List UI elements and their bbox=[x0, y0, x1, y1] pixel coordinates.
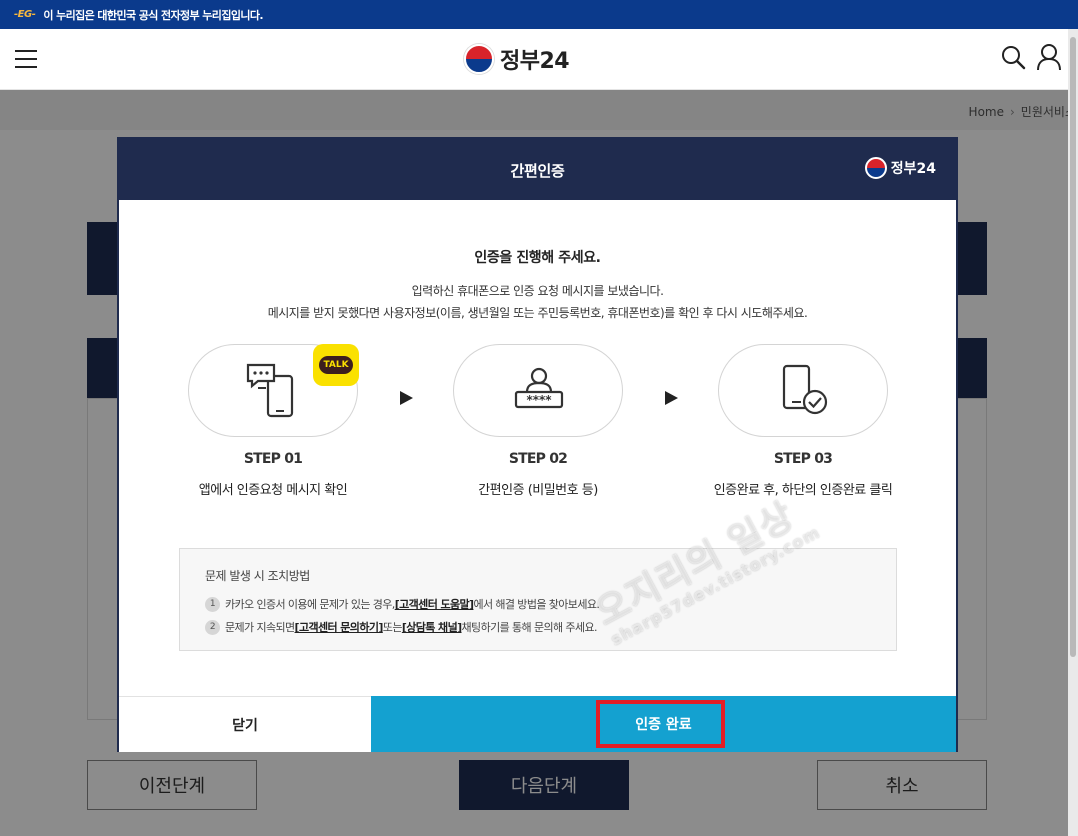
site-logo-text: 정부24 bbox=[500, 49, 570, 74]
user-icon[interactable] bbox=[1036, 43, 1062, 71]
svg-text:****: **** bbox=[526, 393, 552, 407]
help-item-text: 카카오 인증서 이용에 문제가 있는 경우, bbox=[225, 598, 395, 611]
step1-desc: 앱에서 인증요청 메시지 확인 bbox=[198, 483, 348, 498]
modal-title: 간편인증 bbox=[510, 162, 565, 180]
help-item-number: 2 bbox=[205, 619, 220, 635]
search-icon[interactable] bbox=[1000, 44, 1026, 70]
close-button[interactable]: 닫기 bbox=[119, 696, 371, 752]
modal-header: 간편인증 정부24 bbox=[119, 139, 956, 200]
help-item-text: 문제가 지속되면 bbox=[225, 621, 295, 634]
auth-desc-line2: 메시지를 받지 못했다면 사용자정보(이름, 생년월일 또는 주민등록번호, 휴… bbox=[267, 306, 808, 320]
gov-banner-text: 이 누리집은 대한민국 공식 전자정부 누리집입니다. bbox=[43, 8, 263, 22]
help-item-text: 에서 해결 방법을 찾아보세요. bbox=[473, 598, 600, 611]
step3-label: STEP 03 bbox=[773, 451, 833, 467]
step3-desc: 인증완료 후, 하단의 인증완료 클릭 bbox=[713, 483, 893, 498]
step2-label: STEP 02 bbox=[508, 451, 568, 467]
kakao-talk-badge: TALK bbox=[313, 344, 359, 386]
user-password-icon: **** bbox=[514, 367, 564, 409]
kakao-talk-text: TALK bbox=[319, 356, 353, 374]
step1-label: STEP 01 bbox=[243, 451, 303, 467]
taeguk-emblem bbox=[464, 44, 494, 74]
play-arrow-icon bbox=[665, 391, 678, 405]
site-logo[interactable]: 정부24 bbox=[464, 43, 570, 75]
modal-logo-text: 정부24 bbox=[890, 161, 936, 177]
help-item-text: 또는 bbox=[382, 621, 403, 634]
simple-auth-modal: 간편인증 정부24 인증을 진행해 주세요. 입력하신 휴대폰으로 인증 요청 … bbox=[117, 137, 958, 752]
play-arrow-icon bbox=[400, 391, 413, 405]
scrollbar-thumb[interactable] bbox=[1070, 37, 1076, 657]
chat-channel-link[interactable]: [상담톡 채널] bbox=[402, 619, 462, 635]
help-center-guide-link[interactable]: [고객센터 도움말] bbox=[395, 596, 474, 612]
eg-mark: -EG- bbox=[14, 9, 36, 20]
help-center-inquiry-link[interactable]: [고객센터 문의하기] bbox=[295, 619, 384, 635]
modal-logo: 정부24 bbox=[864, 157, 936, 179]
menu-icon[interactable] bbox=[15, 50, 37, 68]
taeguk-emblem-small bbox=[864, 157, 887, 179]
phone-check-icon bbox=[782, 364, 828, 415]
help-item: 2 문제가 지속되면 [고객센터 문의하기] 또는 [상담톡 채널] 채팅하기를… bbox=[205, 619, 597, 635]
auth-lead-text: 인증을 진행해 주세요. bbox=[474, 250, 601, 266]
help-item-number: 1 bbox=[205, 596, 220, 612]
help-item: 1 카카오 인증서 이용에 문제가 있는 경우, [고객센터 도움말] 에서 해… bbox=[205, 596, 600, 612]
phone-chat-icon bbox=[246, 363, 294, 418]
help-box: 문제 발생 시 조치방법 1 카카오 인증서 이용에 문제가 있는 경우, [고… bbox=[179, 548, 897, 651]
page-scrollbar[interactable] bbox=[1068, 29, 1078, 836]
red-highlight-box bbox=[596, 700, 725, 748]
step2-circle: **** bbox=[453, 344, 623, 437]
gov-banner: -EG- 이 누리집은 대한민국 공식 전자정부 누리집입니다. bbox=[0, 0, 1078, 29]
step3-circle bbox=[718, 344, 888, 437]
site-header: 정부24 bbox=[0, 29, 1078, 90]
step2-desc: 간편인증 (비밀번호 등) bbox=[478, 483, 598, 498]
help-title: 문제 발생 시 조치방법 bbox=[205, 569, 310, 583]
auth-description: 입력하신 휴대폰으로 인증 요청 메시지를 보냈습니다. 메시지를 받지 못했다… bbox=[119, 280, 956, 324]
help-item-text: 채팅하기를 통해 문의해 주세요. bbox=[461, 621, 598, 634]
auth-desc-line1: 입력하신 휴대폰으로 인증 요청 메시지를 보냈습니다. bbox=[411, 284, 664, 298]
